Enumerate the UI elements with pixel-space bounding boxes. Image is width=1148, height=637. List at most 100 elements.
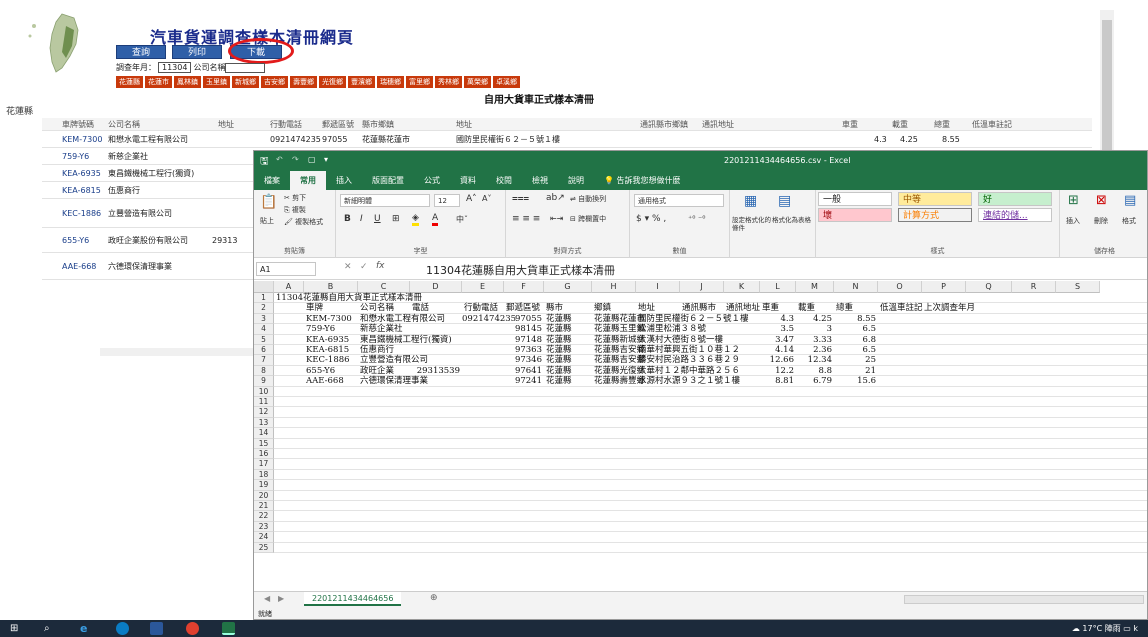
- word-icon[interactable]: [150, 622, 163, 635]
- cut-button[interactable]: ✂ 剪下: [284, 193, 306, 203]
- row-header[interactable]: 7: [254, 355, 274, 366]
- paste-icon[interactable]: 📋: [260, 194, 277, 210]
- cell[interactable]: 8.81: [760, 376, 794, 386]
- delete-cells-icon[interactable]: ⊠: [1096, 193, 1107, 208]
- fill-color-icon[interactable]: ◈: [412, 213, 419, 226]
- row-header[interactable]: 21: [254, 501, 274, 512]
- cell[interactable]: 29313539: [410, 366, 460, 376]
- column-header[interactable]: D: [410, 281, 462, 293]
- column-header[interactable]: N: [834, 281, 878, 293]
- cell[interactable]: 2.36: [796, 345, 832, 355]
- row-header[interactable]: 11: [254, 397, 274, 408]
- orientation-icon[interactable]: ab↗: [546, 193, 565, 203]
- cell[interactable]: 鄉鎮: [594, 303, 611, 313]
- cell[interactable]: 759-Y6: [306, 324, 335, 334]
- print-preview-icon[interactable]: ▢: [308, 155, 316, 164]
- phonetic-icon[interactable]: 中ˇ: [456, 214, 468, 225]
- font-color-icon[interactable]: A: [432, 213, 439, 226]
- cell[interactable]: 車重: [762, 303, 779, 313]
- cell[interactable]: 655-Y6: [306, 366, 335, 376]
- cell[interactable]: 花蓮縣: [546, 345, 572, 355]
- enter-icon[interactable]: ✓: [360, 262, 368, 272]
- cell[interactable]: 花蓮縣: [546, 324, 572, 334]
- cell[interactable]: 勝安村民治路３３６巷２９: [638, 355, 740, 365]
- style-normal[interactable]: 一般: [818, 192, 892, 206]
- tab-review[interactable]: 校閱: [486, 171, 522, 190]
- tab-help[interactable]: 說明: [558, 171, 594, 190]
- underline-icon[interactable]: U: [374, 214, 381, 224]
- cell[interactable]: 電話: [412, 303, 429, 313]
- company-input[interactable]: [225, 62, 266, 73]
- cell[interactable]: 12.2: [760, 366, 794, 376]
- cell[interactable]: 東昌鐵機械工程行(獨資): [360, 335, 452, 345]
- cell[interactable]: 松浦里松浦３８號: [638, 324, 706, 334]
- cell[interactable]: 低溫車註記: [880, 303, 923, 313]
- cell[interactable]: 立豐營造有限公司: [360, 355, 428, 365]
- next-sheet-icon[interactable]: ▶: [278, 594, 284, 603]
- county-button[interactable]: 吉安鄉: [261, 76, 288, 88]
- cell[interactable]: 上次調查年月: [924, 303, 975, 313]
- cell[interactable]: 12.66: [760, 355, 794, 365]
- tab-insert[interactable]: 插入: [326, 171, 362, 190]
- table-row[interactable]: KEM-7300 和懋水電工程有限公司 0921474235 97055 花蓮縣…: [42, 132, 1092, 148]
- row-header[interactable]: 4: [254, 324, 274, 335]
- cell[interactable]: 3.47: [760, 335, 794, 345]
- column-header[interactable]: J: [680, 281, 724, 293]
- column-header[interactable]: O: [878, 281, 922, 293]
- conditional-format-button[interactable]: 設定格式化的條件: [732, 216, 772, 232]
- style-linked-cell[interactable]: 連結的儲...: [978, 208, 1052, 222]
- format-cells-icon[interactable]: ▤: [1124, 193, 1136, 208]
- copy-button[interactable]: ⎘ 複製: [284, 205, 306, 215]
- cell[interactable]: KEM-7300: [306, 314, 352, 324]
- row-header[interactable]: 8: [254, 365, 274, 377]
- quick-access-dropdown-icon[interactable]: ▾: [324, 155, 328, 164]
- cell[interactable]: 8.55: [834, 314, 876, 324]
- county-button[interactable]: 瑞穗鄉: [377, 76, 404, 88]
- column-header[interactable]: B: [304, 281, 358, 293]
- county-button[interactable]: 鳳林鎮: [174, 76, 201, 88]
- cell[interactable]: 大漢村大德街８號一樓: [638, 335, 723, 345]
- row-header[interactable]: 6: [254, 345, 274, 356]
- row-header[interactable]: 15: [254, 438, 274, 449]
- redo-icon[interactable]: ↷: [292, 155, 299, 164]
- county-button[interactable]: 玉里鎮: [203, 76, 230, 88]
- number-format-select[interactable]: 通用格式: [634, 194, 724, 207]
- cell[interactable]: 車牌: [306, 303, 323, 313]
- tab-view[interactable]: 檢視: [522, 171, 558, 190]
- row-header[interactable]: 19: [254, 480, 274, 491]
- cell[interactable]: 0921474235: [462, 314, 516, 324]
- font-shrink-icon[interactable]: A˅: [482, 194, 491, 203]
- cell[interactable]: 4.3: [760, 314, 794, 324]
- undo-icon[interactable]: ↶: [276, 155, 283, 164]
- style-bad[interactable]: 壞: [818, 208, 892, 222]
- row-header[interactable]: 13: [254, 417, 274, 429]
- row-header[interactable]: 12: [254, 407, 274, 418]
- cell[interactable]: 97055: [504, 314, 542, 324]
- cell[interactable]: AAE-668: [306, 376, 344, 386]
- cell[interactable]: 總重: [836, 303, 853, 313]
- cancel-icon[interactable]: ✕: [344, 262, 352, 272]
- cell[interactable]: 縣市: [546, 303, 563, 313]
- cell[interactable]: 花蓮縣: [546, 355, 572, 365]
- county-button[interactable]: 秀林鄉: [435, 76, 462, 88]
- paste-button[interactable]: 貼上: [260, 216, 274, 226]
- cell[interactable]: 11304花蓮縣自用大貨車正式樣本清冊: [276, 293, 422, 303]
- chrome-icon[interactable]: [186, 622, 199, 635]
- cell[interactable]: 12.34: [796, 355, 832, 365]
- select-all-corner[interactable]: [254, 281, 274, 293]
- save-icon[interactable]: 🖫: [260, 154, 269, 171]
- windows-start-icon[interactable]: ⊞: [10, 622, 23, 635]
- align-top-icon[interactable]: ⩶: [512, 193, 529, 204]
- worksheet-grid[interactable]: ABCDEFGHIJKLMNOPQRS 1 2 3 4 5 6 7 8 9 10 11 12 13 14 1…: [254, 281, 1147, 591]
- format-painter-button[interactable]: 🖌 複製格式: [284, 217, 323, 227]
- county-button[interactable]: 萬榮鄉: [464, 76, 491, 88]
- add-sheet-icon[interactable]: ⊕: [430, 593, 438, 603]
- excel-icon[interactable]: [222, 622, 235, 635]
- bold-icon[interactable]: B: [344, 214, 351, 224]
- insert-button[interactable]: 插入: [1066, 216, 1080, 226]
- name-box[interactable]: A1: [256, 262, 316, 276]
- column-header[interactable]: F: [504, 281, 544, 293]
- cell[interactable]: 花蓮縣: [546, 314, 572, 324]
- cell[interactable]: 行動電話: [464, 303, 498, 313]
- county-button[interactable]: 花蓮縣: [116, 76, 143, 88]
